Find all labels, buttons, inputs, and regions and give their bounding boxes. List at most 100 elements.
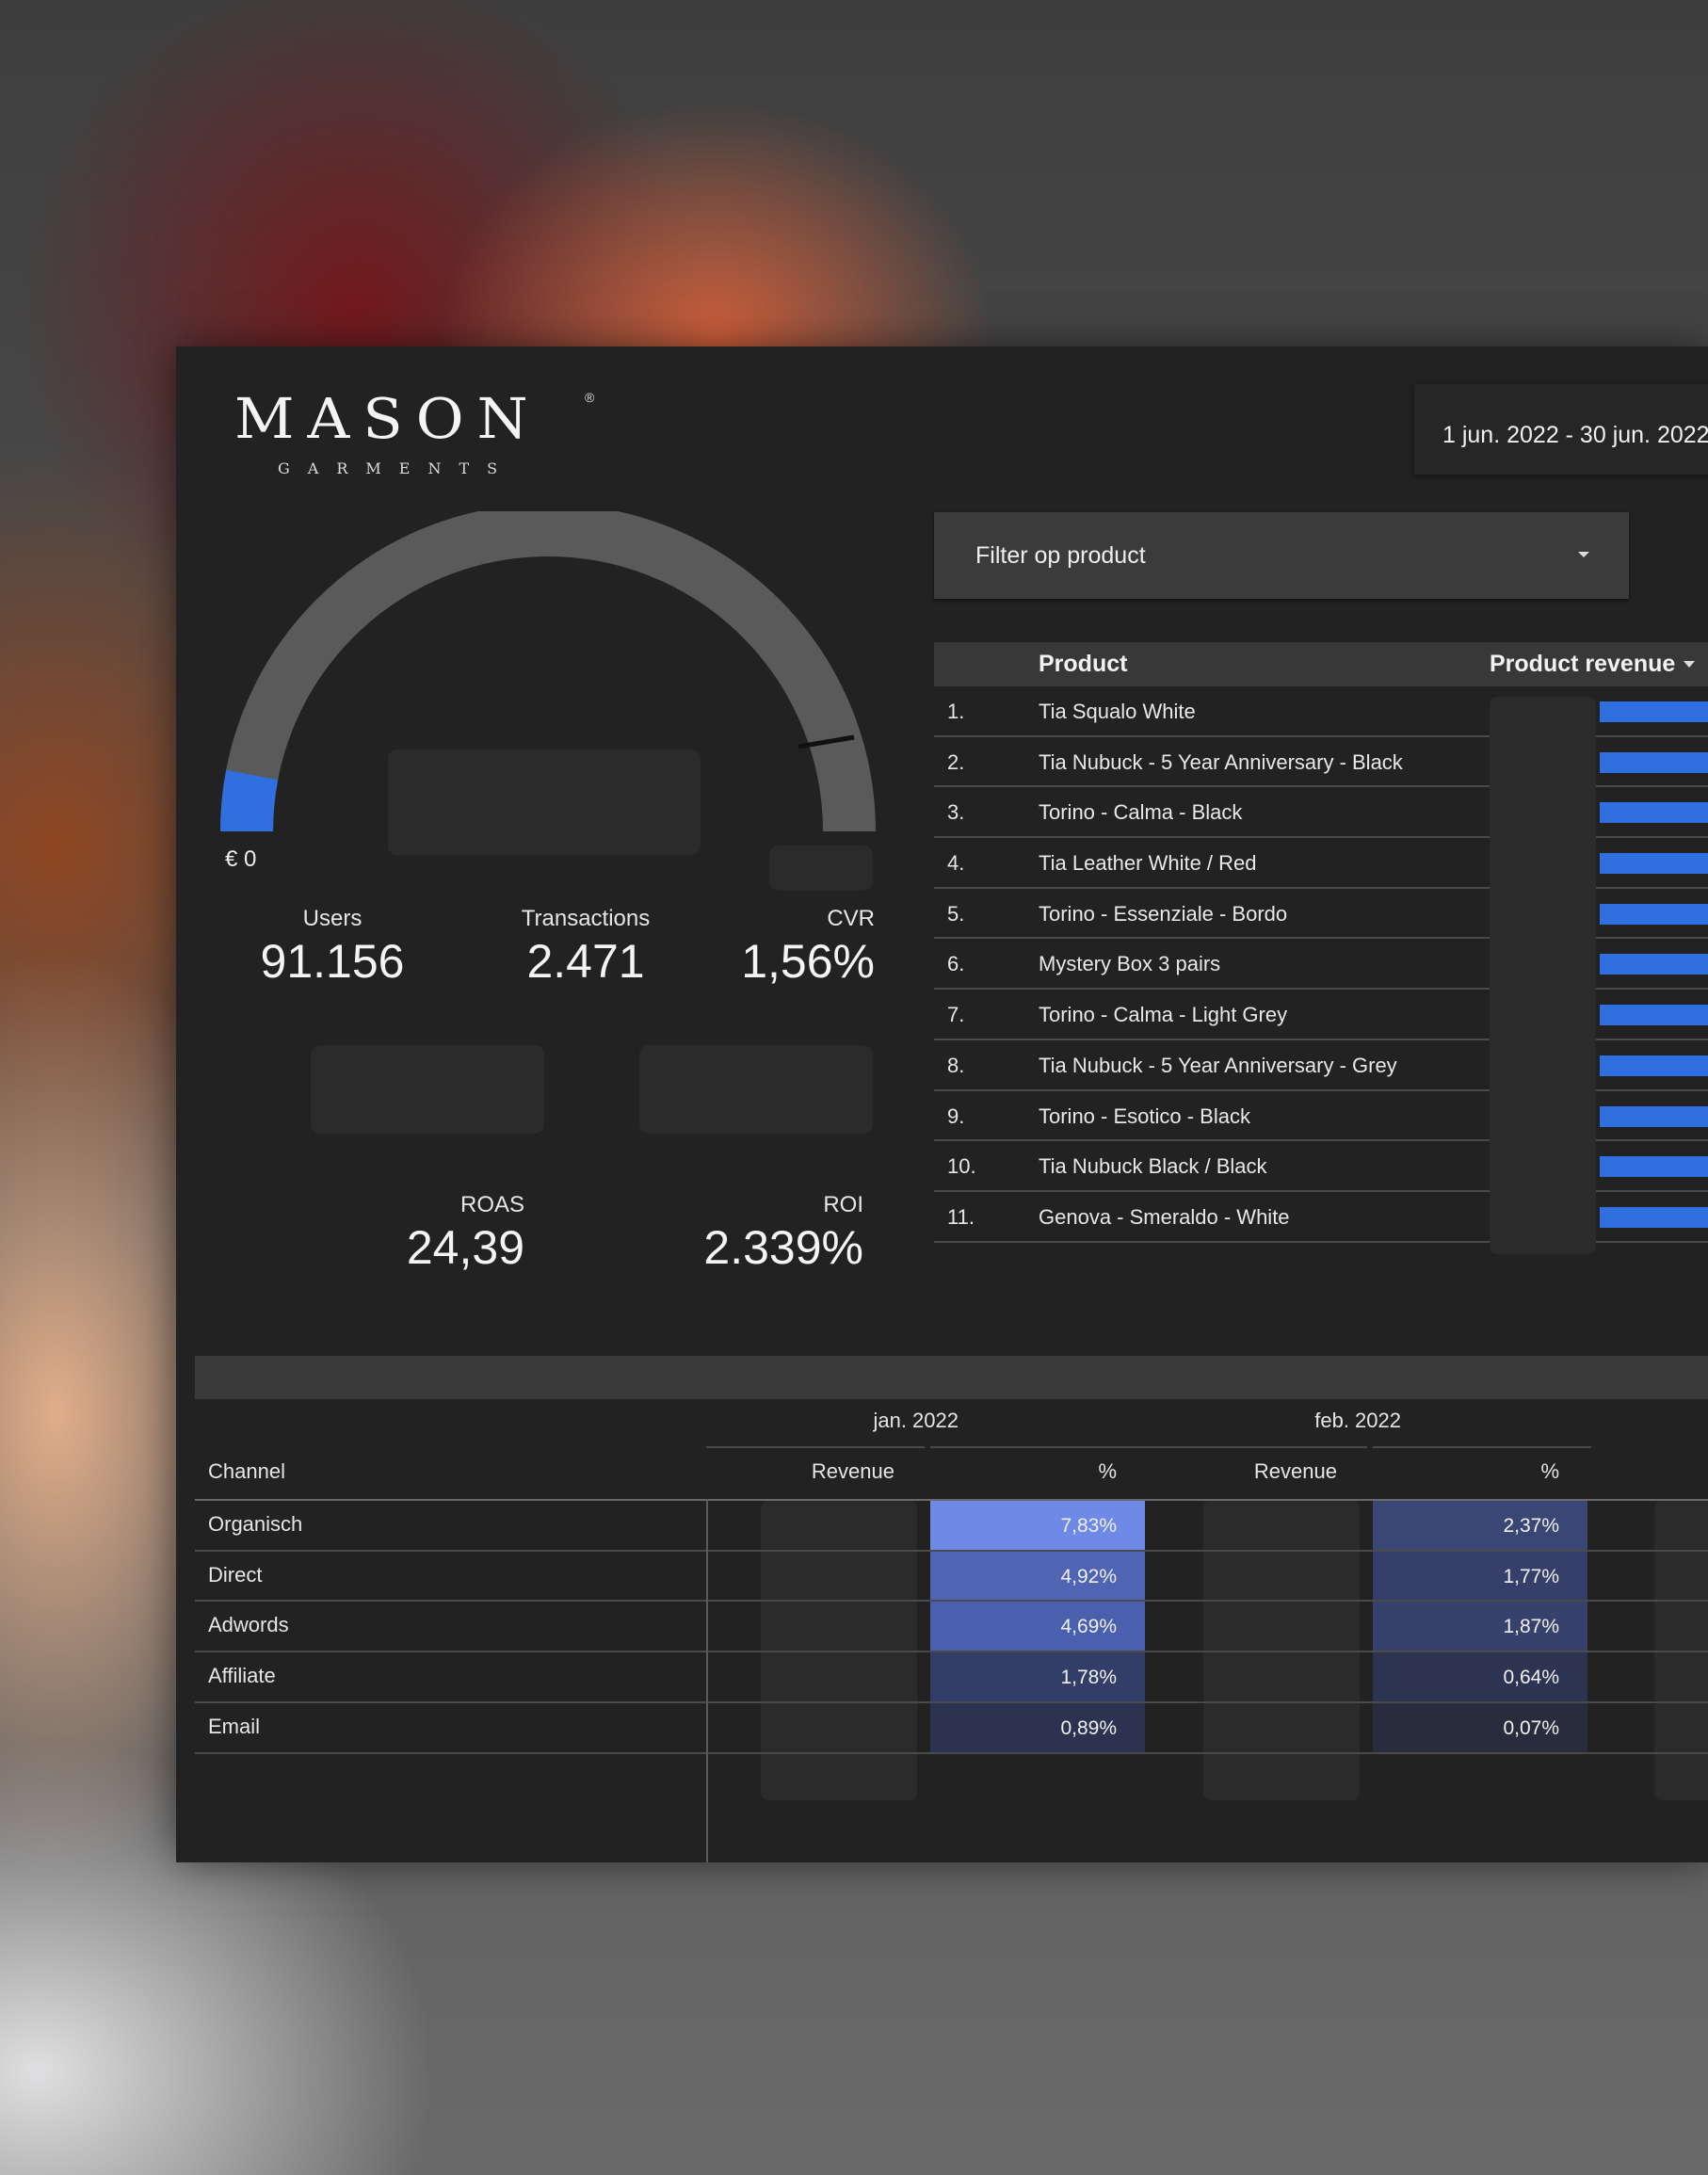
revenue-bar: [1600, 1005, 1708, 1026]
product-revenue-column-header[interactable]: Product revenue: [1490, 651, 1675, 678]
product-name: Tia Nubuck - 5 Year Anniversary - Black: [1039, 749, 1403, 774]
revenue-bar: [1600, 1105, 1708, 1127]
percent-column-header[interactable]: %: [1540, 1459, 1559, 1484]
product-name: Tia Nubuck - 5 Year Anniversary - Grey: [1039, 1053, 1397, 1077]
row-divider: [195, 1549, 1708, 1552]
month-header-rule: [706, 1446, 925, 1448]
month-header: feb. 2022: [1314, 1409, 1401, 1432]
channel-column-header[interactable]: Channel: [208, 1459, 285, 1484]
kpi-roi-label: ROI: [823, 1192, 863, 1217]
percent-value: 2,37%: [1503, 1515, 1559, 1537]
logo-subtitle: GARMENTS: [278, 459, 516, 477]
percent-column-header[interactable]: %: [1098, 1459, 1117, 1484]
percent-cell: 0,64%: [1373, 1652, 1587, 1702]
gauge-value-box: [388, 749, 701, 855]
revenue-bar: [1600, 853, 1708, 875]
product-table-header: Product Product revenue: [934, 642, 1708, 686]
logo-registered-mark: ®: [585, 390, 595, 405]
percent-value: 0,89%: [1060, 1716, 1117, 1739]
revenue-column-header[interactable]: Revenue: [1254, 1459, 1337, 1484]
kpi-users: Users 91.156: [242, 906, 423, 989]
revenue-bar: [1600, 1055, 1708, 1076]
profit-box: [639, 1045, 873, 1134]
row-rank: 4.: [947, 851, 965, 876]
row-rank: 5.: [947, 901, 965, 926]
kpi-roi: ROI 2.339%: [685, 1192, 863, 1275]
channel-name[interactable]: Affiliate: [208, 1664, 276, 1688]
percent-value: 0,07%: [1503, 1716, 1559, 1739]
product-name: Torino - Calma - Black: [1039, 800, 1243, 825]
percent-cell: 2,37%: [1373, 1501, 1587, 1550]
product-filter-label: Filter op product: [975, 542, 1146, 569]
kpi-transactions-value: 2.471: [526, 935, 645, 988]
revenue-bar: [1600, 802, 1708, 824]
percent-value: 0,64%: [1503, 1667, 1559, 1689]
percent-cell: 4,69%: [930, 1602, 1145, 1651]
kpi-cvr-label: CVR: [827, 906, 875, 931]
row-divider: [195, 1651, 1708, 1653]
row-rank: 1.: [947, 700, 965, 723]
percent-cell: 1,78%: [930, 1652, 1145, 1702]
logo-wordmark: MASON: [234, 385, 541, 452]
kpi-roas: ROAS 24,39: [383, 1192, 524, 1275]
row-rank: 10.: [947, 1154, 976, 1179]
percent-cell: 1,87%: [1373, 1602, 1587, 1651]
percent-cell: 4,92%: [930, 1551, 1145, 1601]
channel-table-band: [195, 1356, 1708, 1399]
date-range-picker[interactable]: 1 jun. 2022 - 30 jun. 2022: [1414, 384, 1708, 475]
percent-value: 1,78%: [1060, 1667, 1117, 1689]
chevron-down-icon: [1578, 552, 1589, 557]
revenue-bar: [1600, 701, 1708, 722]
gauge-min-label: € 0: [225, 846, 257, 872]
product-name: Mystery Box 3 pairs: [1039, 952, 1221, 976]
row-rank: 11.: [947, 1204, 975, 1229]
month-header-rule: [1149, 1446, 1367, 1448]
channel-table: Channel jan. 2022 Revenue% 7,83% 4,92% 4,69% 1…: [195, 1399, 1708, 1862]
date-range-label: 1 jun. 2022 - 30 jun. 2022: [1442, 422, 1708, 448]
gauge-fill-arc: [220, 769, 279, 832]
kpi-roi-value: 2.339%: [703, 1221, 863, 1274]
product-column-header[interactable]: Product: [1039, 651, 1127, 678]
channel-divider: [706, 1499, 708, 1862]
row-rank: 2.: [947, 749, 965, 774]
kpi-users-value: 91.156: [260, 935, 405, 988]
product-name: Tia Nubuck Black / Black: [1039, 1154, 1267, 1179]
row-rank: 6.: [947, 952, 965, 976]
sort-desc-icon[interactable]: [1684, 661, 1695, 668]
channel-name[interactable]: Direct: [208, 1563, 262, 1587]
kpi-roas-label: ROAS: [459, 1192, 524, 1217]
channel-name[interactable]: Organisch: [208, 1512, 302, 1537]
percent-cell: 0,89%: [930, 1702, 1145, 1752]
channel-name[interactable]: Email: [208, 1715, 260, 1739]
revenue-bar: [1600, 1206, 1708, 1228]
product-name: Torino - Calma - Light Grey: [1039, 1003, 1288, 1027]
row-rank: 9.: [947, 1104, 965, 1128]
month-header-rule: [930, 1446, 1149, 1448]
month-header: jan. 2022: [873, 1409, 959, 1432]
percent-value: 7,83%: [1060, 1515, 1117, 1537]
kpi-cvr-value: 1,56%: [741, 935, 875, 988]
channel-name[interactable]: Adwords: [208, 1613, 289, 1637]
kpi-roas-value: 24,39: [406, 1221, 524, 1274]
product-name: Torino - Essenziale - Bordo: [1039, 901, 1288, 926]
percent-value: 4,92%: [1060, 1565, 1117, 1587]
kpi-transactions-label: Transactions: [521, 906, 651, 931]
dashboard-panel: MASON ® GARMENTS 1 jun. 2022 - 30 jun. 2…: [176, 346, 1708, 1862]
brand-logo: MASON ® GARMENTS: [234, 385, 594, 477]
revenue-bar: [1600, 1156, 1708, 1178]
product-revenue-values: [1490, 697, 1596, 1254]
revenue-column-header[interactable]: Revenue: [812, 1459, 894, 1484]
percent-value: 1,87%: [1503, 1616, 1559, 1638]
month-header-rule: [1373, 1446, 1591, 1448]
kpi-cvr: CVR 1,56%: [703, 906, 875, 989]
cost-box: [311, 1045, 544, 1134]
product-name: Tia Squalo White: [1039, 700, 1196, 723]
product-filter-dropdown[interactable]: Filter op product: [934, 512, 1629, 599]
product-name: Genova - Smeraldo - White: [1039, 1204, 1290, 1229]
gauge-target-box: [769, 846, 873, 891]
row-rank: 7.: [947, 1003, 965, 1027]
revenue-bar: [1600, 903, 1708, 925]
row-divider: [195, 1600, 1708, 1603]
percent-value: 4,69%: [1060, 1616, 1117, 1638]
row-rank: 8.: [947, 1053, 965, 1077]
